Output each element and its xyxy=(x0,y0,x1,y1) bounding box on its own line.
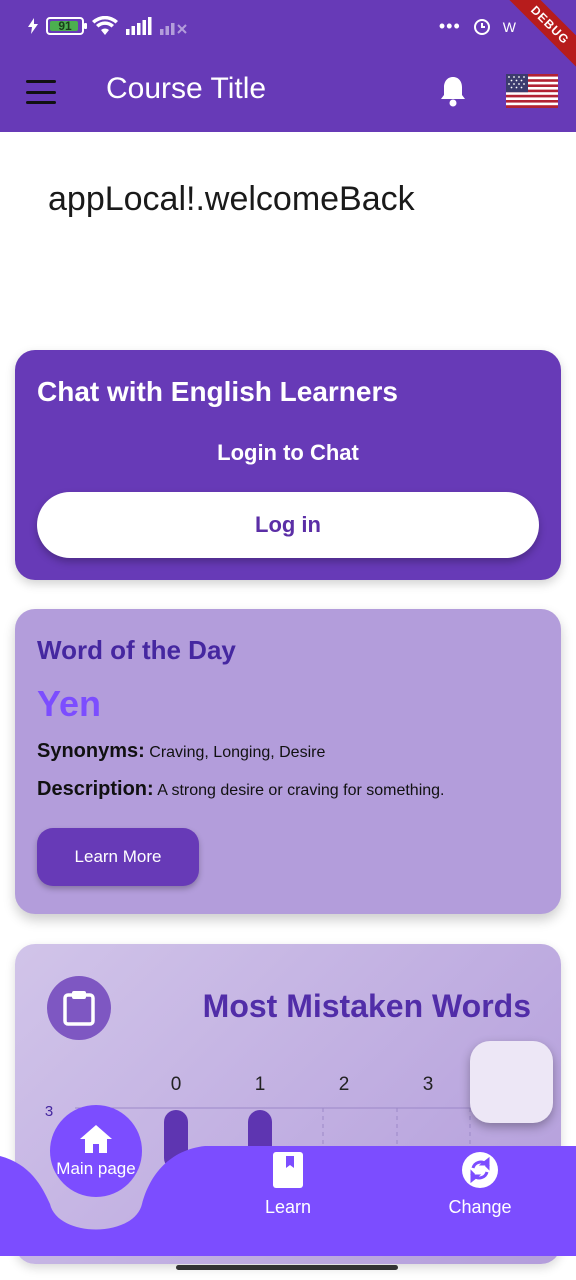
synonyms-label: Synonyms: xyxy=(37,740,145,762)
nav-label-main-page: Main page xyxy=(56,1159,136,1178)
learn-more-button[interactable]: Learn More xyxy=(37,828,199,886)
word-of-day-heading: Word of the Day xyxy=(37,635,236,665)
app-bar: Course Title xyxy=(0,56,576,132)
more-dots-icon: ••• xyxy=(438,16,461,36)
top-bar: 91 ••• W DEBUG Course Title xyxy=(0,0,576,132)
status-right: ••• W xyxy=(439,16,516,37)
status-bar: 91 ••• W DEBUG xyxy=(0,0,576,76)
nav-label-change: Change xyxy=(448,1197,512,1217)
battery-level: 91 xyxy=(58,19,72,33)
word-of-day-word: Yen xyxy=(37,683,102,724)
word-of-day-card: Word of the Day Yen Synonyms: Craving, L… xyxy=(15,609,561,914)
charging-icon xyxy=(28,18,38,34)
login-button[interactable]: Log in xyxy=(37,492,539,558)
us-flag-icon[interactable] xyxy=(506,74,558,108)
wifi-icon xyxy=(92,16,118,35)
synonyms-value: Craving, Longing, Desire xyxy=(149,744,326,761)
signal-icon xyxy=(126,17,152,35)
synonyms-line: Synonyms: Craving, Longing, Desire xyxy=(37,740,325,763)
nav-item-learn[interactable]: Learn xyxy=(262,1151,314,1218)
signal-2-icon xyxy=(160,23,187,35)
welcome-text: appLocal!.welcomeBack xyxy=(48,180,415,218)
alarm-icon xyxy=(473,18,490,35)
home-icon xyxy=(80,1125,112,1153)
bell-icon[interactable] xyxy=(438,74,468,108)
y-tick-label: 3 xyxy=(45,1103,53,1120)
x-tick-label-0: 0 xyxy=(171,1074,182,1095)
status-left: 91 xyxy=(28,16,188,36)
sync-icon xyxy=(462,1152,498,1188)
nav-item-change[interactable]: Change xyxy=(446,1151,514,1218)
x-tick-label-1: 1 xyxy=(255,1074,266,1095)
chat-card-subtitle: Login to Chat xyxy=(217,440,359,465)
description-label: Description: xyxy=(37,778,154,800)
nav-item-main-page[interactable]: Main page xyxy=(50,1105,142,1197)
x-tick-label-3: 3 xyxy=(423,1074,434,1095)
floating-action-button[interactable] xyxy=(470,1041,553,1123)
x-tick-label-2: 2 xyxy=(339,1074,350,1095)
description-value: A strong desire or craving for something… xyxy=(157,782,445,799)
status-text: W xyxy=(502,18,516,35)
hamburger-menu-icon[interactable] xyxy=(26,80,56,104)
book-icon xyxy=(273,1152,303,1188)
chat-card: Chat with English Learners Login to Chat… xyxy=(15,350,561,580)
battery-icon: 91 xyxy=(46,17,87,35)
page-title: Course Title xyxy=(106,72,267,105)
description-line: Description: A strong desire or craving … xyxy=(37,778,445,801)
chat-card-title: Chat with English Learners xyxy=(37,376,398,407)
nav-label-learn: Learn xyxy=(264,1197,312,1217)
gesture-bar xyxy=(176,1265,398,1270)
